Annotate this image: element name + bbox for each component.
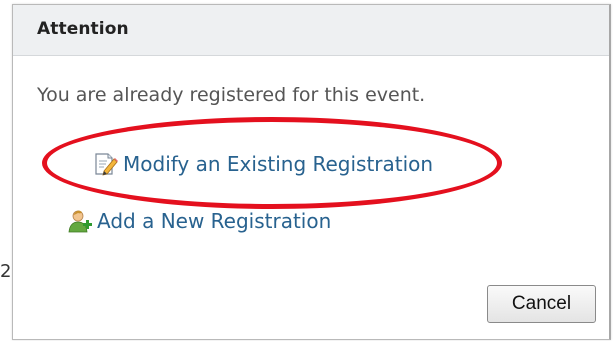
add-user-icon — [67, 208, 93, 234]
edit-document-icon — [93, 151, 119, 177]
dialog-header: Attention — [13, 5, 609, 56]
modify-registration-link[interactable]: Modify an Existing Registration — [93, 151, 433, 177]
attention-dialog: Attention You are already registered for… — [12, 4, 611, 340]
background-text-fragment: 2 — [0, 261, 12, 282]
add-registration-label: Add a New Registration — [97, 209, 332, 233]
cancel-button[interactable]: Cancel — [487, 285, 596, 323]
modify-registration-label: Modify an Existing Registration — [123, 152, 434, 176]
screen: 2 Attention You are already registered f… — [0, 0, 613, 341]
dialog-title: Attention — [37, 19, 129, 39]
add-registration-link[interactable]: Add a New Registration — [67, 208, 331, 234]
dialog-message: You are already registered for this even… — [37, 84, 426, 106]
